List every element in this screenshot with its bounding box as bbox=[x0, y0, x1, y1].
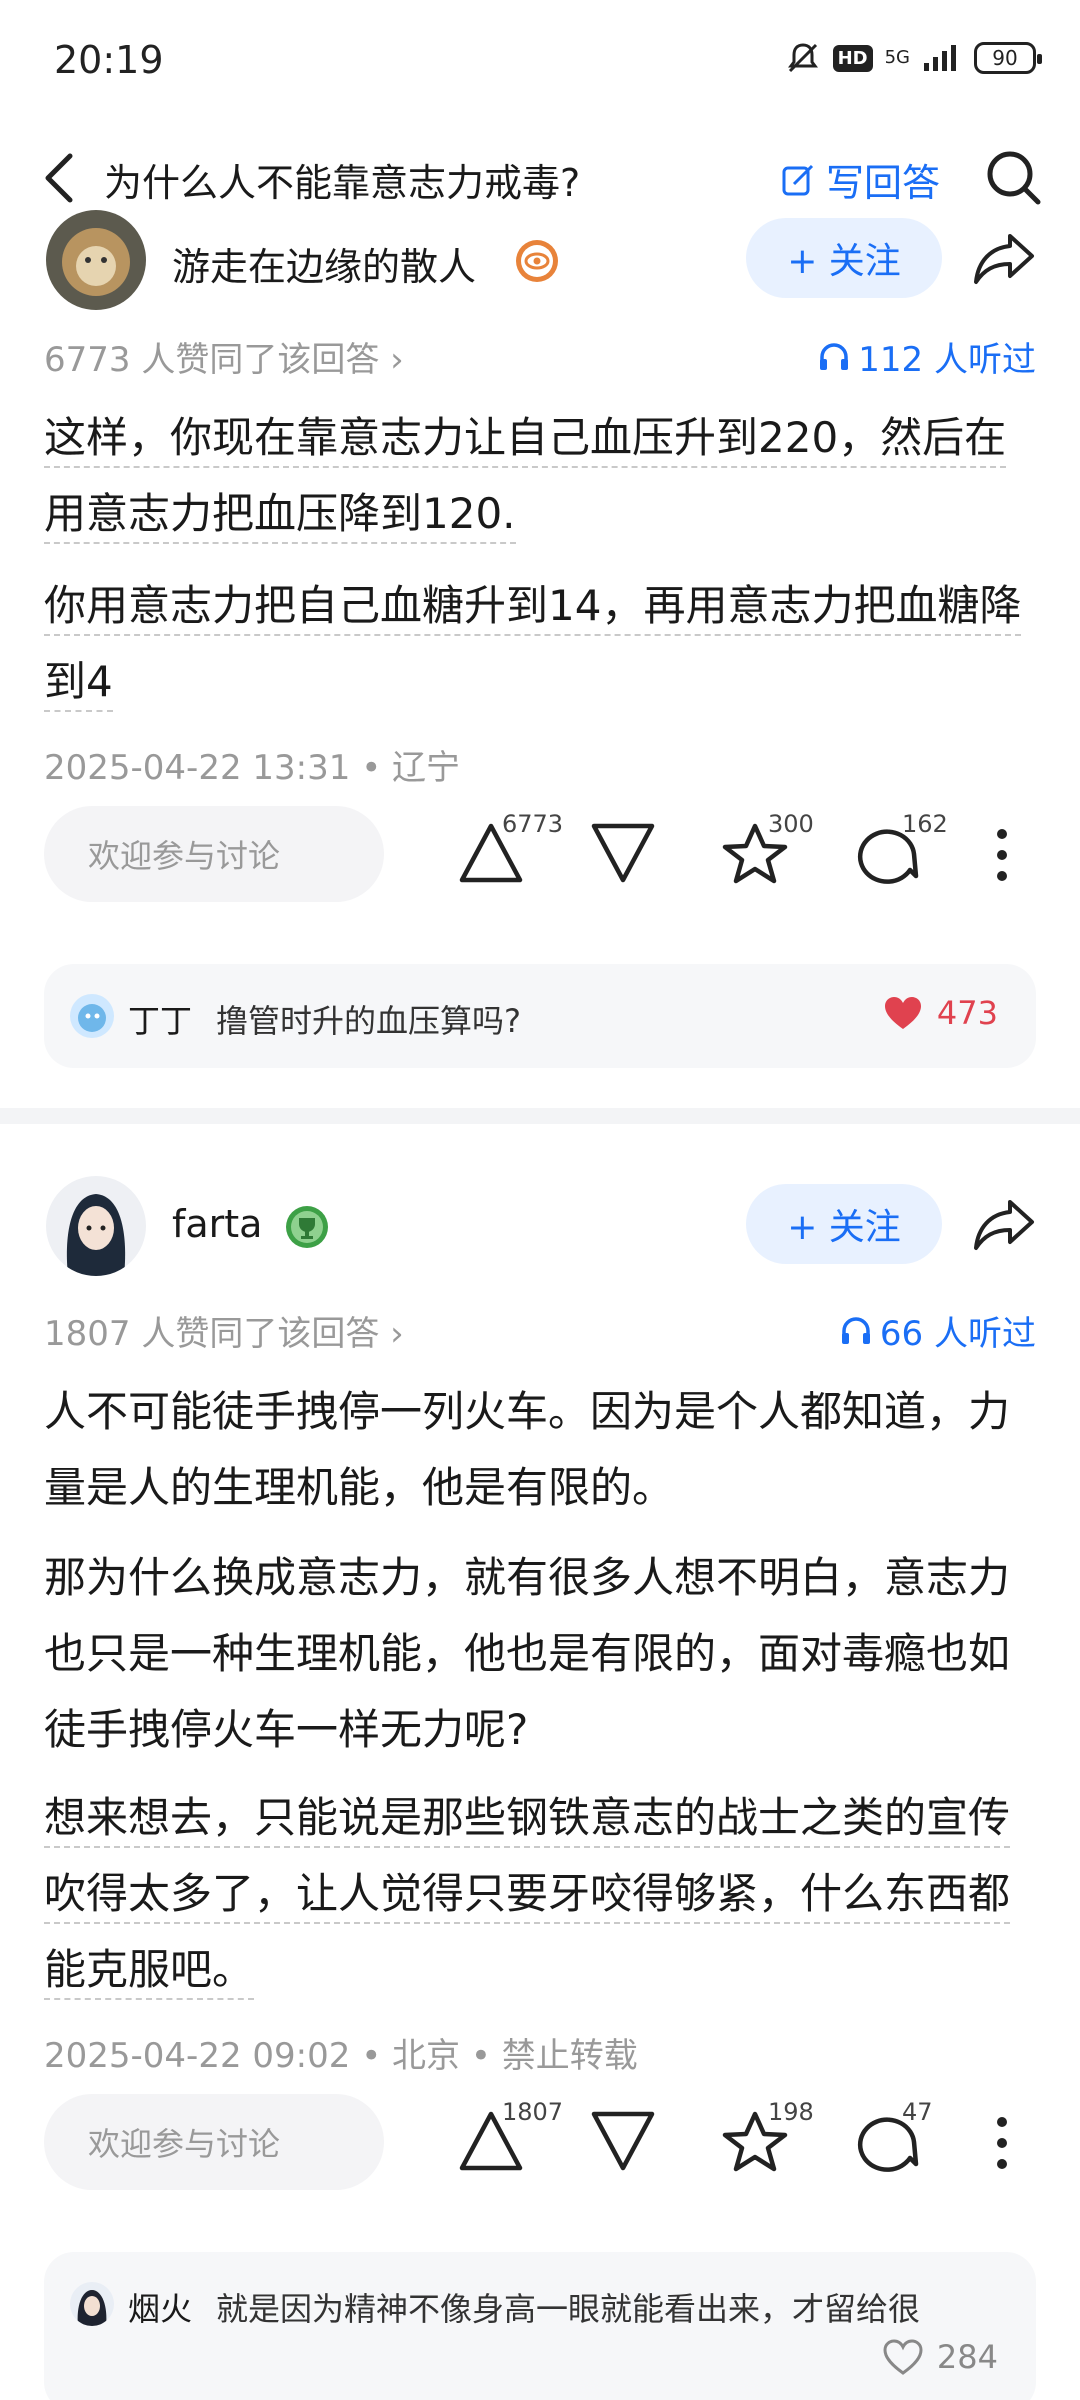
favorite-count: 300 bbox=[768, 810, 814, 838]
comment-input[interactable]: 欢迎参与讨论 bbox=[44, 2094, 384, 2190]
listened-label: 112 人听过 bbox=[858, 340, 1036, 380]
comment-like-count: 473 bbox=[936, 994, 998, 1032]
write-answer-button[interactable]: 写回答 bbox=[780, 152, 940, 207]
author-name[interactable]: farta bbox=[172, 1202, 262, 1246]
answer-paragraph: 那为什么换成意志力，就有很多人想不明白，意志力也只是一种生理机能，他也是有限的，… bbox=[44, 1553, 1011, 1754]
battery-level: 90 bbox=[992, 46, 1018, 70]
author-name[interactable]: 游走在边缘的散人 bbox=[172, 236, 476, 291]
comment-author: 烟火 bbox=[128, 2290, 193, 2328]
question-title[interactable]: 为什么人不能靠意志力戒毒? bbox=[104, 152, 580, 207]
follow-button[interactable]: + 关注 bbox=[746, 1184, 942, 1264]
network-label: 5G bbox=[884, 47, 910, 68]
avatar[interactable] bbox=[46, 210, 146, 310]
comment-text: 就是因为精神不像身高一眼就能看出来，才留给很 bbox=[216, 2290, 921, 2328]
comment-like[interactable]: 473 bbox=[883, 994, 998, 1032]
answer-paragraph: 这样，你现在靠意志力让自己血压升到220，然后在用意志力把血压降到120. bbox=[44, 400, 1034, 552]
upvote-count: 1807 bbox=[502, 2098, 564, 2126]
comment-text: 撸管时升的血压算吗? bbox=[216, 1002, 521, 1040]
signal-icon bbox=[924, 45, 956, 71]
listened-count[interactable]: 112 人听过 bbox=[818, 332, 1036, 381]
downvote-icon[interactable] bbox=[588, 820, 658, 886]
comment-count: 162 bbox=[902, 810, 948, 838]
heart-filled-icon bbox=[884, 997, 921, 1029]
action-row: 欢迎参与讨论 1807 198 47 bbox=[0, 2094, 1080, 2194]
trophy-badge-icon bbox=[286, 1206, 328, 1248]
battery-icon: 90 bbox=[974, 42, 1042, 74]
edit-icon bbox=[782, 164, 814, 195]
mute-bell-icon bbox=[787, 43, 818, 73]
follow-button[interactable]: + 关注 bbox=[746, 218, 942, 298]
meta-row: 1807 人赞同了该回答 › 66 人听过 bbox=[44, 1306, 1036, 1356]
eye-badge-icon bbox=[516, 240, 558, 282]
headphones-icon bbox=[820, 342, 849, 370]
answer-date: 2025-04-22 13:31 • 辽宁 bbox=[44, 748, 461, 788]
answer-paragraph: 人不可能徒手拽停一列火车。因为是个人都知道，力量是人的生理机能，他是有限的。 bbox=[44, 1387, 1011, 1512]
hd-badge: HD bbox=[832, 44, 873, 72]
comment-author: 丁丁 bbox=[128, 1002, 193, 1040]
hot-comment[interactable]: 丁丁 撸管时升的血压算吗? 473 bbox=[44, 964, 1036, 1068]
answer-paragraph: 你用意志力把自己血糖升到14，再用意志力把血糖降到4 bbox=[44, 568, 1034, 720]
answer-paragraph: 想来想去，只能说是那些钢铁意志的战士之类的宣传吹得太多了，让人觉得只要牙咬得够紧… bbox=[44, 1780, 1034, 2008]
answer-date: 2025-04-22 09:02 • 北京 • 禁止转载 bbox=[44, 2036, 638, 2076]
listened-label: 66 人听过 bbox=[879, 1314, 1036, 1354]
share-icon[interactable] bbox=[972, 1196, 1036, 1252]
favorite-count: 198 bbox=[768, 2098, 814, 2126]
action-row: 欢迎参与讨论 6773 300 162 bbox=[0, 806, 1080, 906]
comment-input[interactable]: 欢迎参与讨论 bbox=[44, 806, 384, 902]
more-icon[interactable] bbox=[990, 2116, 1014, 2170]
headphones-icon bbox=[841, 1316, 870, 1344]
comment-avatar bbox=[70, 994, 114, 1038]
comment-avatar bbox=[70, 2282, 114, 2326]
comment-like[interactable]: 284 bbox=[883, 2338, 998, 2376]
search-icon[interactable] bbox=[984, 148, 1044, 208]
back-icon[interactable] bbox=[40, 150, 80, 206]
downvote-icon[interactable] bbox=[588, 2108, 658, 2174]
comment-count: 47 bbox=[902, 2098, 933, 2126]
upvote-note[interactable]: 1807 人赞同了该回答 › bbox=[44, 1306, 404, 1355]
answer-divider bbox=[0, 1108, 1080, 1124]
status-icons: HD 5G 90 bbox=[785, 40, 1042, 76]
upvote-count: 6773 bbox=[502, 810, 564, 838]
avatar[interactable] bbox=[46, 1176, 146, 1276]
heart-outline-icon bbox=[883, 2339, 923, 2375]
write-answer-label: 写回答 bbox=[825, 161, 940, 205]
comment-like-count: 284 bbox=[936, 2338, 998, 2376]
listened-count[interactable]: 66 人听过 bbox=[840, 1306, 1036, 1355]
author-row: farta + 关注 bbox=[0, 1176, 1080, 1276]
status-bar: 20:19 HD 5G 90 bbox=[0, 0, 1080, 126]
share-icon[interactable] bbox=[972, 230, 1036, 286]
hot-comment[interactable]: 烟火 就是因为精神不像身高一眼就能看出来，才留给很 284 bbox=[44, 2252, 1036, 2400]
upvote-note[interactable]: 6773 人赞同了该回答 › bbox=[44, 332, 404, 381]
status-time: 20:19 bbox=[54, 38, 164, 82]
more-icon[interactable] bbox=[990, 828, 1014, 882]
meta-row: 6773 人赞同了该回答 › 112 人听过 bbox=[44, 332, 1036, 382]
author-row: 游走在边缘的散人 + 关注 bbox=[0, 210, 1080, 310]
